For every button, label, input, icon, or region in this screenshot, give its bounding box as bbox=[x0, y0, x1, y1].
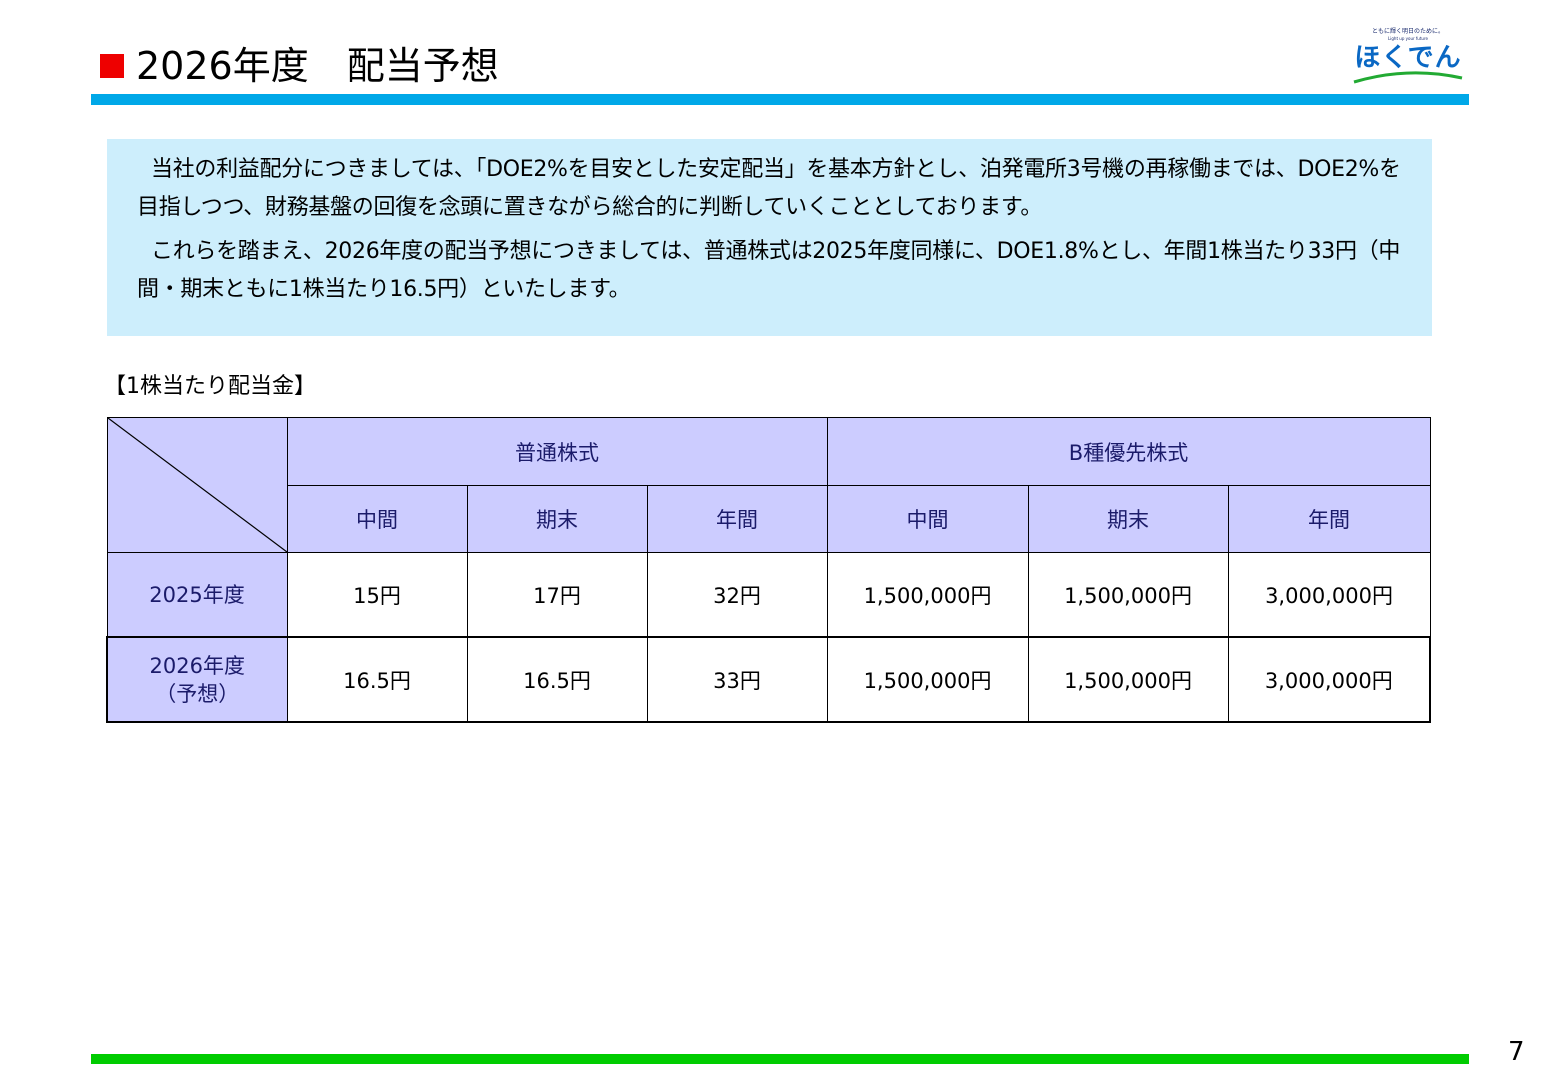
table-header-row-periods: 中間 期末 年間 中間 期末 年間 bbox=[107, 485, 1431, 553]
table-row-forecast: 2026年度 （予想） 16.5円 16.5円 33円 1,500,000円 1… bbox=[106, 636, 1432, 723]
column-header-interim: 中間 bbox=[286, 485, 468, 553]
row-header-forecast-note: （予想） bbox=[155, 681, 240, 706]
row-header-fy2026: 2026年度 （予想） bbox=[106, 636, 288, 723]
page-number: 7 bbox=[1508, 1037, 1525, 1067]
logo-swoosh-icon bbox=[1353, 71, 1463, 84]
table-caption: 【1株当たり配当金】 bbox=[104, 374, 316, 399]
logo-tagline: ともに輝く明日のために。 bbox=[1371, 28, 1444, 35]
header-rule bbox=[91, 94, 1469, 105]
policy-paragraph: 当社の利益配分につきましては、「DOE2%を目安とした安定配当」を基本方針とし、… bbox=[137, 157, 1401, 220]
forecast-paragraph: これらを踏まえ、2026年度の配当予想につきましては、普通株式は2025年度同様… bbox=[137, 239, 1401, 302]
group-header-common-stock: 普通株式 bbox=[286, 417, 828, 486]
table-cell: 3,000,000円 bbox=[1227, 636, 1432, 723]
column-header-year-end: 期末 bbox=[1027, 485, 1229, 553]
column-header-interim: 中間 bbox=[826, 485, 1029, 553]
diagonal-line bbox=[107, 418, 287, 552]
table-cell: 16.5円 bbox=[286, 636, 468, 723]
row-header-year: 2025年度 bbox=[149, 582, 245, 607]
page-title-area: 2026年度 配当予想 bbox=[100, 38, 499, 94]
table-cell: 32円 bbox=[646, 552, 828, 638]
table-cell: 1,500,000円 bbox=[826, 552, 1029, 638]
title-square-marker bbox=[100, 54, 124, 78]
table-cell: 1,500,000円 bbox=[1027, 636, 1229, 723]
table-row: 2025年度 15円 17円 32円 1,500,000円 1,500,000円… bbox=[106, 552, 1431, 638]
page-title: 2026年度 配当予想 bbox=[136, 44, 499, 88]
table-cell: 3,000,000円 bbox=[1227, 552, 1431, 638]
policy-summary-box: 当社の利益配分につきましては、「DOE2%を目安とした安定配当」を基本方針とし、… bbox=[107, 139, 1432, 336]
company-logo: ともに輝く明日のために。 Light up your future ほくでん bbox=[1350, 28, 1466, 88]
column-header-year-end: 期末 bbox=[466, 485, 648, 553]
table-cell: 15円 bbox=[286, 552, 468, 638]
group-header-preferred-stock: B種優先株式 bbox=[826, 417, 1431, 486]
row-header-year: 2026年度 bbox=[149, 653, 245, 678]
row-header-fy2025: 2025年度 bbox=[106, 552, 288, 638]
table-cell: 33円 bbox=[646, 636, 828, 723]
table-cell: 1,500,000円 bbox=[826, 636, 1029, 723]
table-cell: 17円 bbox=[466, 552, 648, 638]
dividend-per-share-table: 普通株式 B種優先株式 中間 期末 年間 中間 期末 年間 2025年度 15円… bbox=[106, 417, 1432, 723]
table-cell: 1,500,000円 bbox=[1027, 552, 1229, 638]
column-header-annual: 年間 bbox=[1227, 485, 1431, 553]
table-corner-cell bbox=[106, 417, 288, 553]
column-header-annual: 年間 bbox=[646, 485, 828, 553]
table-cell: 16.5円 bbox=[466, 636, 648, 723]
footer-rule bbox=[91, 1054, 1469, 1064]
table-header-row-groups: 普通株式 B種優先株式 bbox=[106, 417, 1431, 553]
